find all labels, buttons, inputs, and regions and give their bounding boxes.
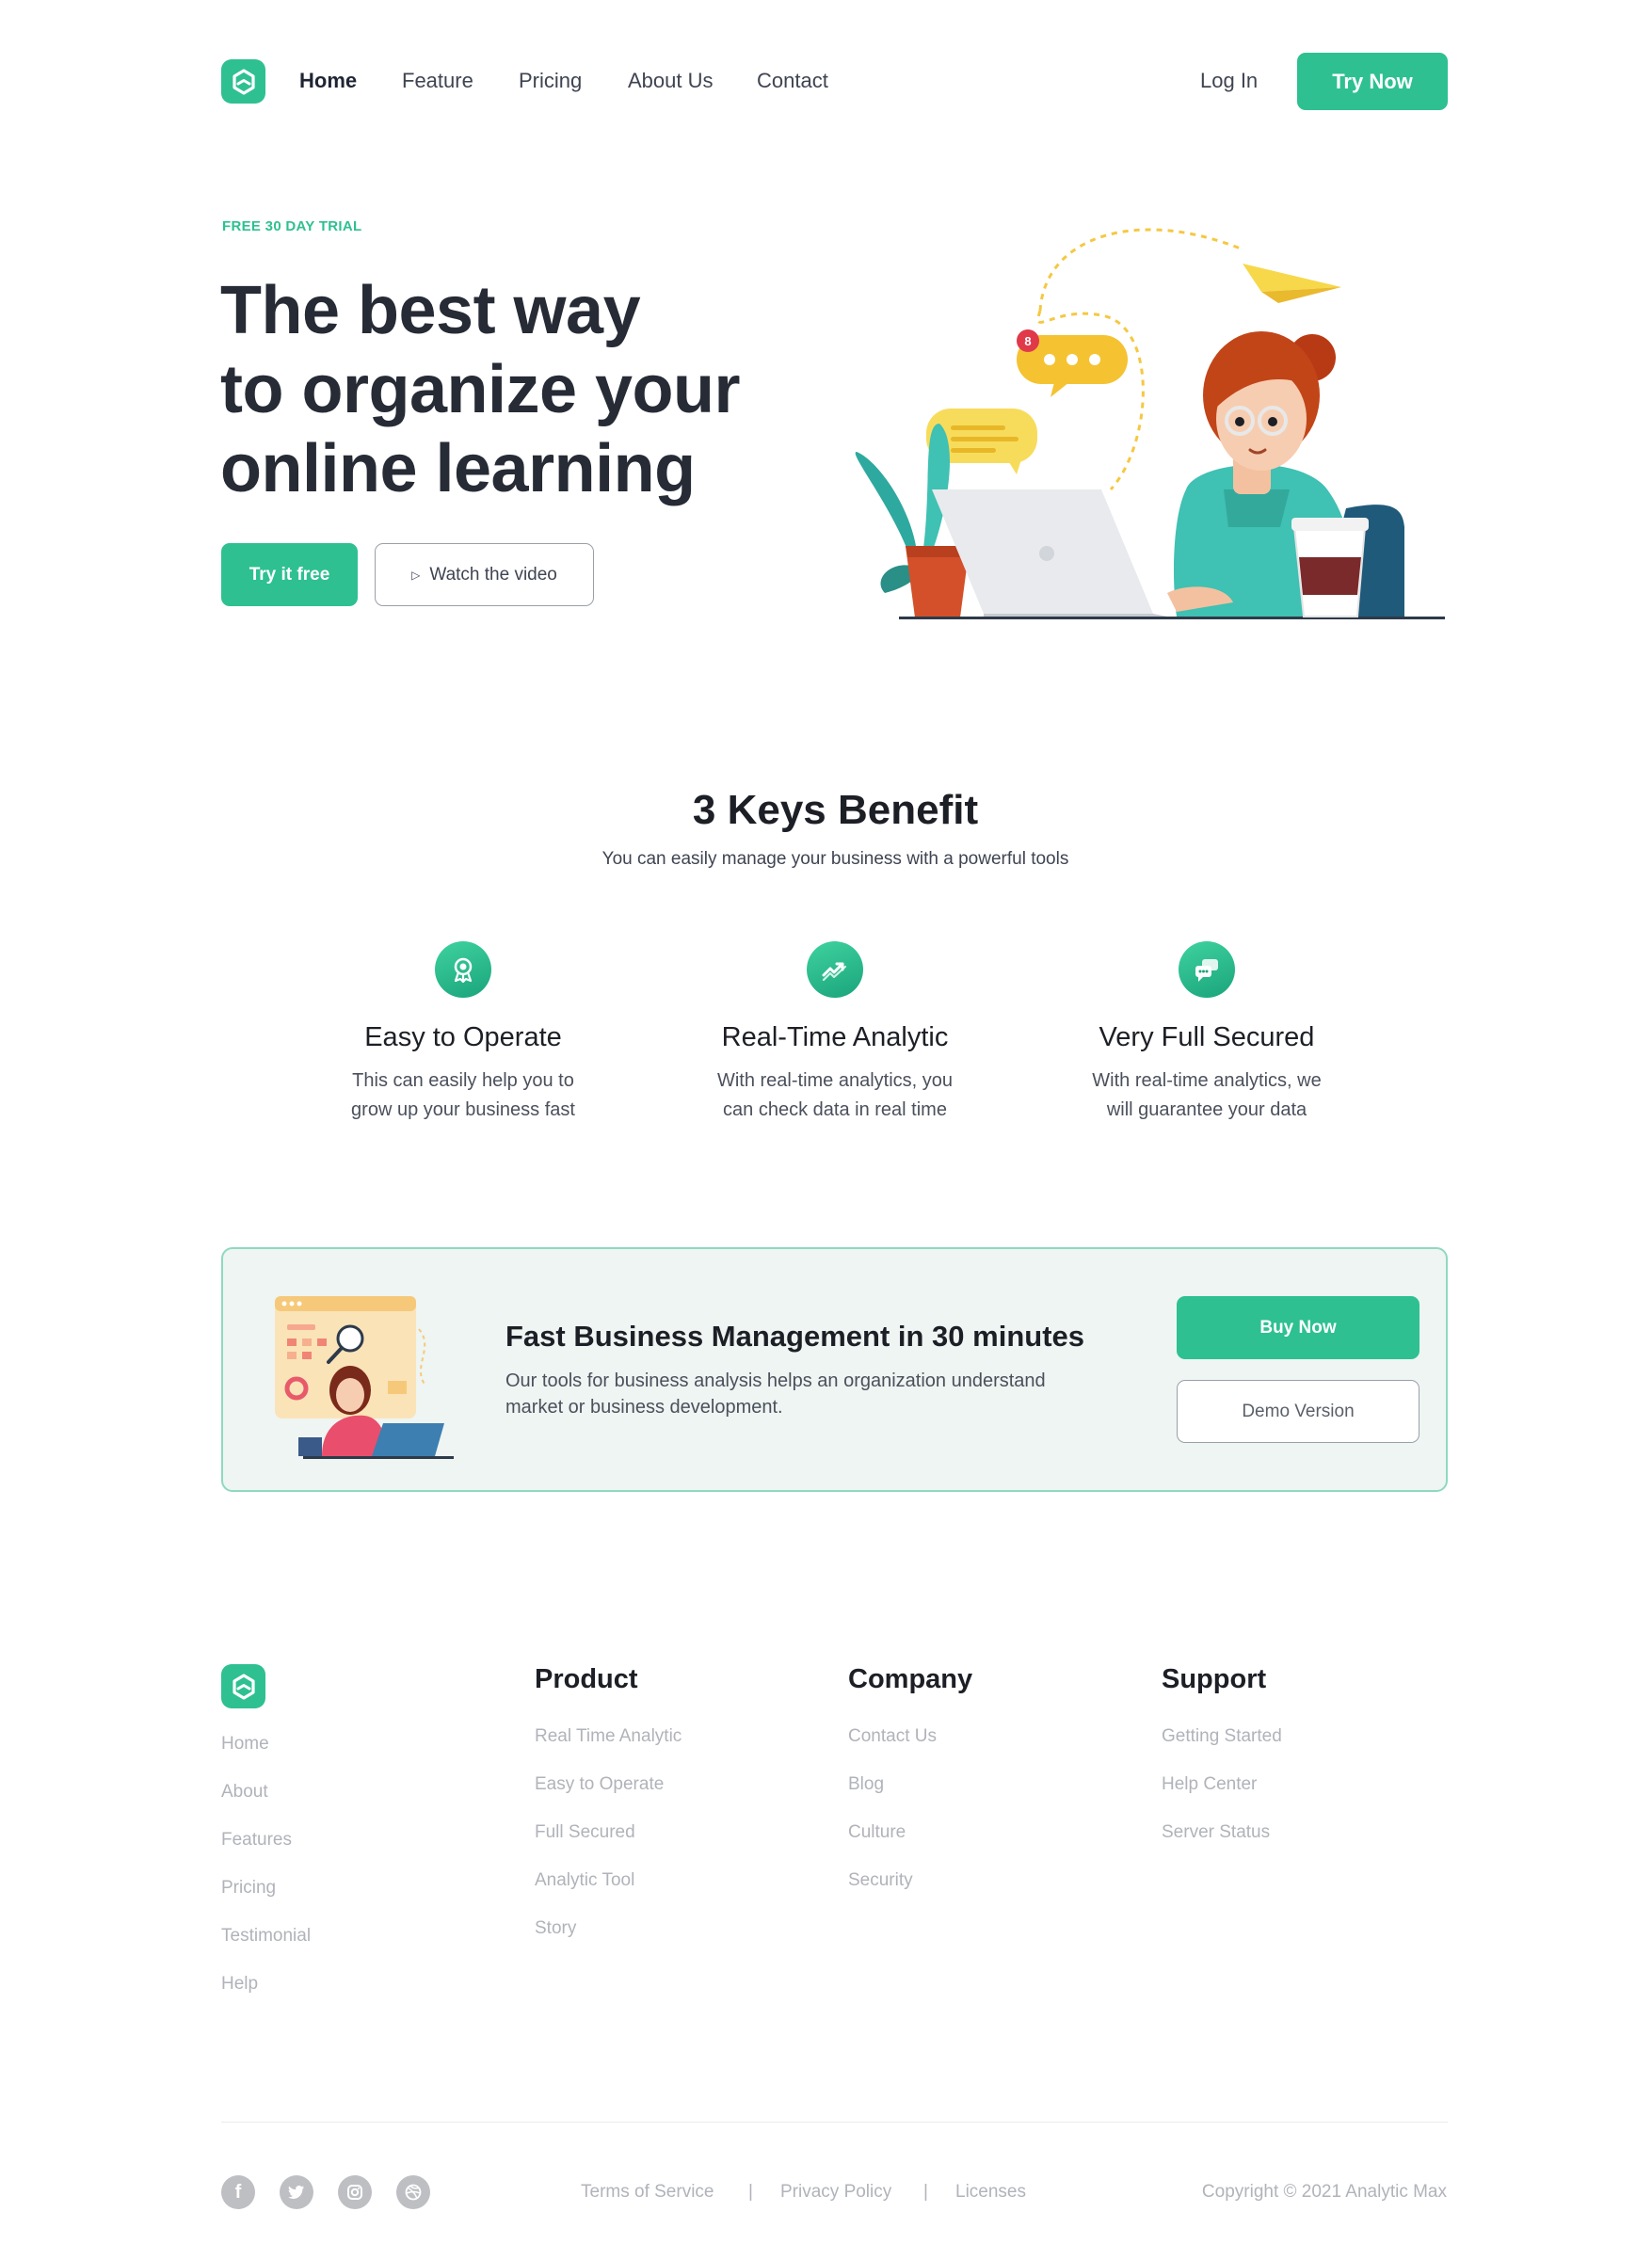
benefit-text-line: With real-time analytics, we: [1092, 1070, 1322, 1091]
instagram-icon[interactable]: [338, 2175, 372, 2209]
facebook-icon[interactable]: f: [221, 2175, 255, 2209]
benefit-title: Very Full Secured: [1099, 1022, 1315, 1052]
hero-title-line: The best way: [220, 273, 641, 348]
benefit-text-line: With real-time analytics, you: [716, 1070, 954, 1091]
nav-link-pricing[interactable]: Pricing: [519, 68, 582, 94]
footer-link[interactable]: Analytic Tool: [535, 1870, 634, 1891]
footer-link-testimonial[interactable]: Testimonial: [221, 1926, 311, 1947]
twitter-icon[interactable]: [280, 2175, 313, 2209]
try-it-free-button[interactable]: Try it free: [221, 543, 358, 606]
demo-version-button[interactable]: Demo Version: [1177, 1380, 1419, 1443]
benefit-text: This can easily help you to grow up your…: [303, 1066, 623, 1125]
banner-text: Our tools for business analysis helps an…: [505, 1368, 1127, 1420]
hexagon-logo-icon: [232, 68, 255, 95]
benefit-text: With real-time analytics, we will guaran…: [1047, 1066, 1367, 1125]
footer-link[interactable]: Getting Started: [1162, 1726, 1282, 1747]
hero-illustration: 8: [855, 228, 1445, 619]
badge-icon: [435, 941, 491, 998]
laptop-illustration: [932, 489, 1167, 617]
legal-separator: |: [923, 2182, 928, 2202]
coffee-cup-illustration: [1291, 518, 1369, 617]
try-now-button[interactable]: Try Now: [1297, 53, 1448, 110]
footer-link[interactable]: Security: [848, 1870, 913, 1891]
hexagon-logo-icon: [232, 1673, 255, 1700]
paper-plane-icon: [1243, 264, 1341, 303]
dribbble-icon[interactable]: [396, 2175, 430, 2209]
footer-link[interactable]: Full Secured: [535, 1822, 635, 1843]
footer-link[interactable]: Help Center: [1162, 1774, 1257, 1795]
banner-title: Fast Business Management in 30 minutes: [505, 1320, 1085, 1353]
footer-link-help[interactable]: Help: [221, 1974, 258, 1995]
chat-bubbles-icon: [1179, 941, 1235, 998]
benefit-text-line: This can easily help you to: [352, 1070, 574, 1091]
footer-link[interactable]: Easy to Operate: [535, 1774, 664, 1795]
footer-link[interactable]: Story: [535, 1918, 576, 1939]
benefits-title: 3 Keys Benefit: [692, 787, 979, 833]
footer-link[interactable]: Contact Us: [848, 1726, 937, 1747]
nav-link-contact[interactable]: Contact: [757, 68, 828, 94]
footer-column-title-company: Company: [848, 1664, 973, 1694]
banner-text-line: Our tools for business analysis helps an…: [505, 1370, 1046, 1391]
hero-title-line: online learning: [220, 431, 696, 506]
legal-separator: |: [748, 2182, 753, 2202]
footer-link[interactable]: Real Time Analytic: [535, 1726, 682, 1747]
play-icon: ▷: [411, 568, 421, 582]
footer-divider: [221, 2122, 1448, 2123]
nav-link-home[interactable]: Home: [299, 68, 357, 94]
privacy-policy-link[interactable]: Privacy Policy: [780, 2182, 891, 2203]
benefit-title: Easy to Operate: [364, 1022, 562, 1052]
footer-link-pricing[interactable]: Pricing: [221, 1878, 276, 1899]
banner-text-line: market or business development.: [505, 1397, 783, 1418]
terms-of-service-link[interactable]: Terms of Service: [581, 2182, 714, 2203]
buy-now-button[interactable]: Buy Now: [1177, 1296, 1419, 1359]
notification-count: 8: [1024, 334, 1031, 348]
copyright-text: Copyright © 2021 Analytic Max: [1201, 2182, 1447, 2202]
footer-link[interactable]: Blog: [848, 1774, 884, 1795]
footer-link-about[interactable]: About: [221, 1782, 268, 1803]
watch-video-label: Watch the video: [429, 564, 557, 585]
benefits-subtitle: You can easily manage your business with…: [601, 849, 1069, 869]
banner-illustration: [275, 1296, 454, 1459]
footer-link-home[interactable]: Home: [221, 1734, 269, 1755]
benefit-card: Easy to Operate This can easily help you…: [303, 941, 623, 1125]
cta-banner: Fast Business Management in 30 minutes O…: [221, 1247, 1448, 1492]
benefit-card: Very Full Secured With real-time analyti…: [1047, 941, 1367, 1125]
nav-link-feature[interactable]: Feature: [402, 68, 473, 94]
typing-bubble-icon: 8: [1017, 329, 1128, 397]
hero-title-line: to organize your: [220, 352, 741, 427]
benefit-title: Real-Time Analytic: [721, 1022, 949, 1052]
licenses-link[interactable]: Licenses: [955, 2182, 1026, 2203]
footer-link[interactable]: Server Status: [1162, 1822, 1270, 1843]
footer-column-title-product: Product: [535, 1664, 638, 1694]
footer-logo[interactable]: [221, 1664, 265, 1708]
benefit-text-line: will guarantee your data: [1106, 1099, 1307, 1120]
brand-logo[interactable]: [221, 59, 265, 104]
footer-link[interactable]: Culture: [848, 1822, 906, 1843]
watch-video-button[interactable]: ▷ Watch the video: [375, 543, 594, 606]
trend-chart-icon: [807, 941, 863, 998]
footer-column-title-support: Support: [1162, 1664, 1267, 1694]
footer-link-features[interactable]: Features: [221, 1830, 292, 1851]
benefit-text: With real-time analytics, you can check …: [675, 1066, 995, 1125]
benefit-card: Real-Time Analytic With real-time analyt…: [675, 941, 995, 1125]
hero-eyebrow: FREE 30 DAY TRIAL: [222, 218, 362, 234]
nav-link-about-us[interactable]: About Us: [628, 68, 714, 94]
benefit-text-line: can check data in real time: [723, 1099, 947, 1120]
benefit-text-line: grow up your business fast: [351, 1099, 575, 1120]
login-link[interactable]: Log In: [1200, 68, 1258, 94]
hero-title: The best way to organize your online lea…: [220, 271, 823, 508]
